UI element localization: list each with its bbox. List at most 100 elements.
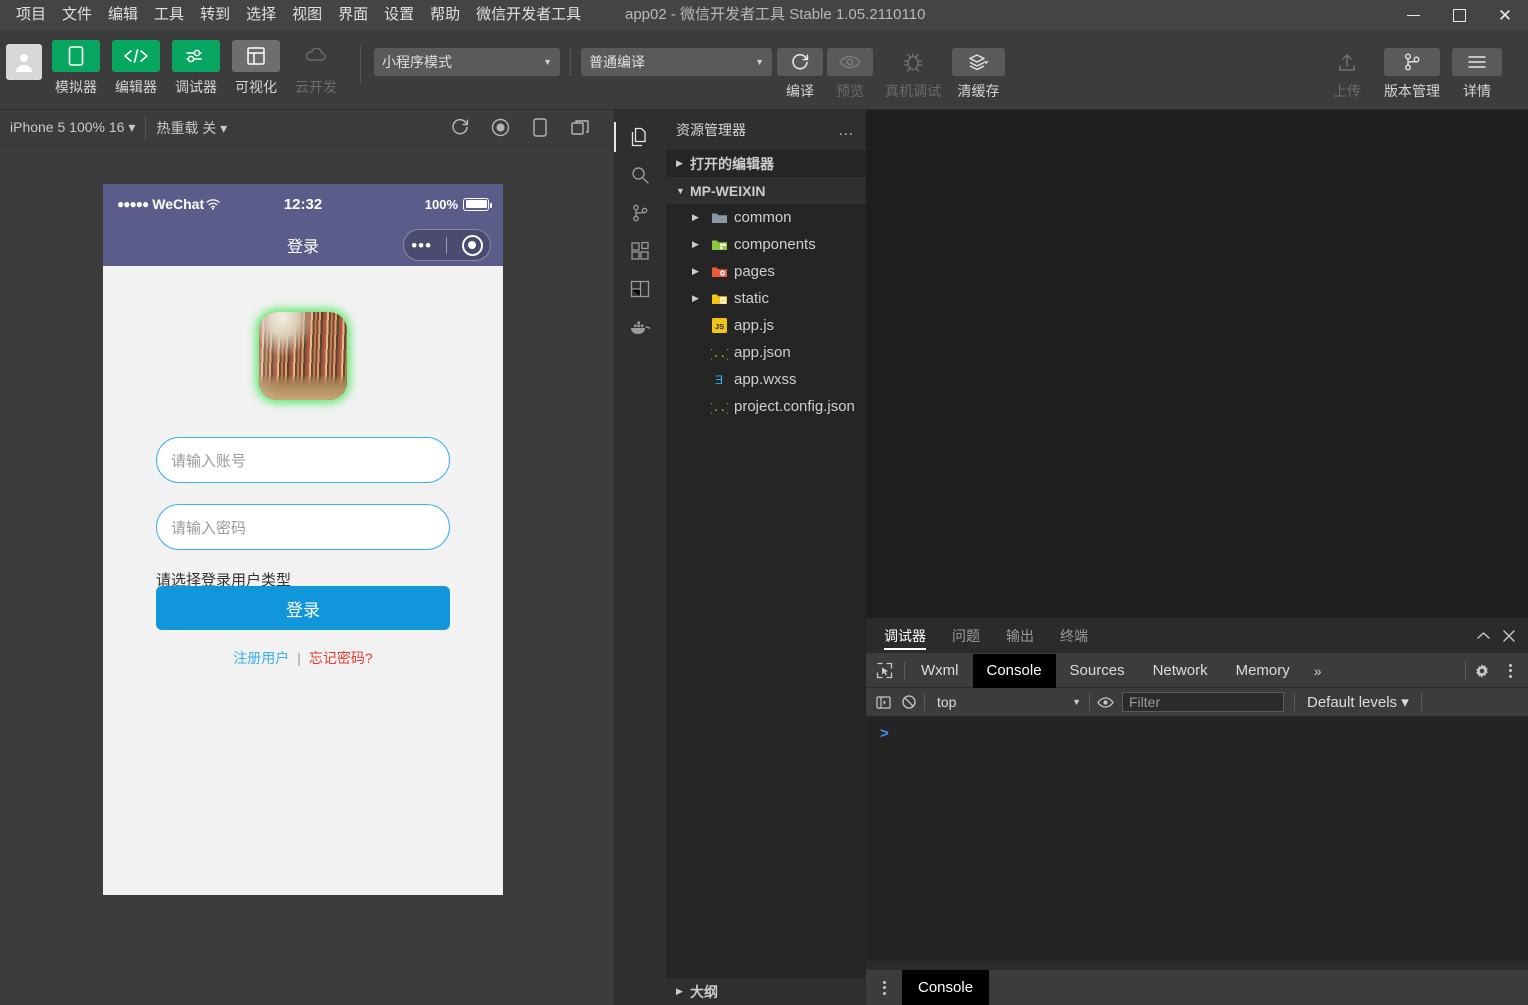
simulator-icons [440,110,614,146]
chevron-right-icon: ▶ [692,212,699,222]
minimize-icon [1406,14,1420,16]
activity-layout-button[interactable] [614,270,666,308]
wechat-capsule[interactable]: ••• [403,229,491,261]
tab-output[interactable]: 输出 [1006,618,1034,654]
upload-action[interactable]: 上传 [1322,48,1372,101]
mode-button-editor[interactable]: 编辑器 [112,40,160,97]
avatar[interactable] [6,44,42,80]
compile-action[interactable]: 编译 [777,48,823,101]
tab-terminal[interactable]: 终端 [1060,618,1088,654]
activity-search-button[interactable] [614,156,666,194]
version-control-action[interactable]: 版本管理 [1384,48,1440,101]
tree-item-app-js[interactable]: JS app.js [666,312,866,339]
clear-console-icon[interactable] [896,688,922,717]
menu-item-select[interactable]: 选择 [238,0,284,30]
activity-docker-button[interactable] [614,308,666,346]
tree-label: static [734,290,770,307]
mode-button-debugger[interactable]: 调试器 [172,40,220,97]
project-mode-select[interactable]: 小程序模式 ▼ [374,48,560,76]
tree-item-project-config[interactable]: {..} project.config.json [666,393,866,420]
tree-label: app.json [734,344,791,361]
details-action[interactable]: 详情 [1452,48,1502,101]
activity-explorer-button[interactable] [614,118,666,156]
minimize-button[interactable] [1390,0,1436,30]
device-select[interactable]: iPhone 5 100% 16 ▾ [0,119,145,136]
remote-debug-action[interactable]: 真机调试 [883,48,943,101]
sidebar-toggle-icon[interactable] [870,688,896,717]
menu-item-settings[interactable]: 设置 [376,0,422,30]
tree-item-app-wxss[interactable]: Ǝ app.wxss [666,366,866,393]
menu-item-interface[interactable]: 界面 [330,0,376,30]
eye-icon[interactable] [1092,688,1118,717]
activity-extensions-button[interactable] [614,232,666,270]
tree-item-common[interactable]: ▶ common [666,204,866,231]
activity-source-control-button[interactable] [614,194,666,232]
section-open-editors[interactable]: ▶ 打开的编辑器 [666,150,866,177]
section-project-root[interactable]: ▼ MP-WEIXIN [666,177,866,204]
forgot-password-link[interactable]: 忘记密码? [309,648,373,668]
folder-pages-icon [708,265,730,279]
devtools-tab-wxml[interactable]: Wxml [907,654,973,688]
tab-debugger[interactable]: 调试器 [884,618,926,654]
menu-item-file[interactable]: 文件 [54,0,100,30]
console-levels-select[interactable]: Default levels ▾ [1297,693,1419,711]
chevron-up-icon[interactable] [1470,618,1496,654]
activity-bar [614,110,666,1005]
bug-icon [883,48,943,76]
console-output[interactable]: > [866,717,1528,961]
hot-reload-select[interactable]: 热重载 关 ▾ [146,118,237,138]
tab-problems[interactable]: 问题 [952,618,980,654]
section-outline[interactable]: ▶ 大纲 [666,978,866,1005]
devtools-tab-sources[interactable]: Sources [1056,654,1139,688]
gear-icon[interactable] [1468,654,1496,688]
preview-action[interactable]: 预览 [827,48,873,101]
explorer-more-button[interactable]: ... [838,122,854,139]
mode-button-cloud[interactable]: 云开发 [292,40,340,97]
menu-item-project[interactable]: 项目 [8,0,54,30]
inspect-element-button[interactable] [866,654,902,688]
register-link[interactable]: 注册用户 [233,648,289,668]
menu-item-goto[interactable]: 转到 [192,0,238,30]
debugger-panel: 调试器 问题 输出 终端 Wxml Console Sources Networ… [866,618,1528,1005]
menu-item-tools[interactable]: 工具 [146,0,192,30]
record-icon[interactable] [480,110,520,146]
compile-mode-select[interactable]: 普通编译 ▼ [581,48,772,76]
password-input[interactable]: 请输入密码 [156,504,450,550]
tree-item-pages[interactable]: ▶ pages [666,258,866,285]
drawer-tab-console[interactable]: Console [902,969,990,1005]
console-context-select[interactable]: top ▼ [927,694,1087,710]
version-control-label: 版本管理 [1384,83,1440,99]
console-filter-input[interactable]: Filter [1122,692,1284,712]
devtools-overflow-button[interactable]: » [1304,663,1332,679]
tree-item-static[interactable]: ▶ static [666,285,866,312]
tree-item-app-json[interactable]: {..} app.json [666,339,866,366]
devtools-tab-console[interactable]: Console [972,653,1056,688]
chevron-down-icon: ▼ [543,57,552,67]
account-input[interactable]: 请输入账号 [156,437,450,483]
search-icon [632,167,649,184]
device-icon[interactable] [520,110,560,146]
devtools-tab-memory[interactable]: Memory [1222,654,1304,688]
menu-item-view[interactable]: 视图 [284,0,330,30]
tree-item-components[interactable]: ▶ components [666,231,866,258]
close-button[interactable]: ✕ [1482,0,1528,30]
mode-buttons: 模拟器 编辑器 调试器 可视化 云开发 [52,40,352,97]
maximize-button[interactable] [1436,0,1482,30]
clear-cache-action[interactable]: 清缓存 [952,48,1005,101]
status-time: 12:32 [283,195,323,213]
login-button[interactable]: 登录 [156,586,450,630]
console-prompt: > [880,725,889,742]
devtools-tab-network[interactable]: Network [1139,654,1222,688]
close-icon[interactable] [1496,618,1522,654]
mode-button-visual[interactable]: 可视化 [232,40,280,97]
refresh-icon[interactable] [440,110,480,146]
kebab-icon[interactable] [866,970,902,1005]
menu-item-devtools[interactable]: 微信开发者工具 [468,0,589,30]
mode-button-simulator[interactable]: 模拟器 [52,40,100,97]
kebab-icon[interactable] [1496,654,1524,688]
tree-label: app.wxss [734,371,797,388]
target-icon [461,234,483,256]
window-icon[interactable] [560,110,600,146]
menu-item-edit[interactable]: 编辑 [100,0,146,30]
menu-item-help[interactable]: 帮助 [422,0,468,30]
